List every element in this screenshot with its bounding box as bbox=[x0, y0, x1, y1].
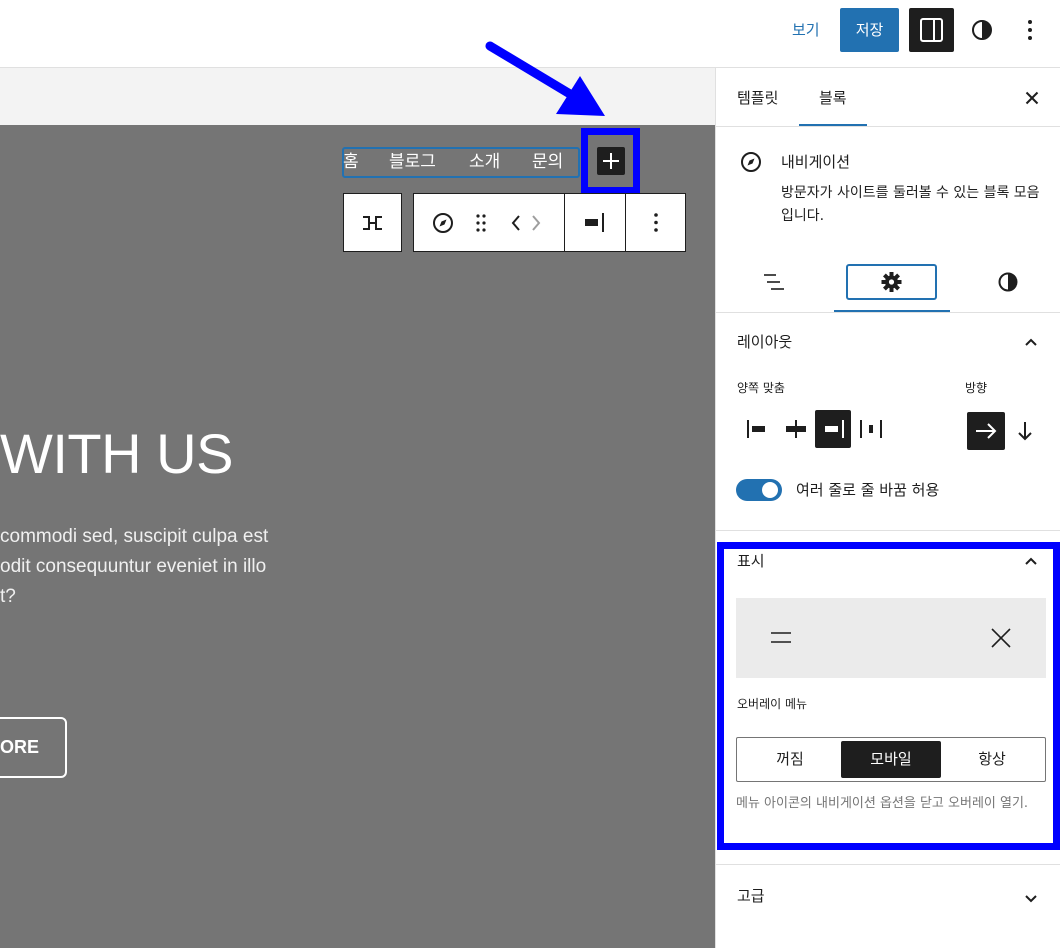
justification-label: 양쪽 맞춤 bbox=[737, 381, 785, 395]
justification-button[interactable] bbox=[565, 194, 625, 251]
justify-left-icon bbox=[747, 420, 765, 438]
advanced-panel-toggle[interactable] bbox=[1021, 888, 1041, 908]
overlay-menu-preview bbox=[736, 598, 1046, 678]
tab-template[interactable]: 템플릿 bbox=[737, 88, 778, 108]
divider bbox=[716, 126, 1060, 127]
move-left-button[interactable] bbox=[506, 194, 526, 251]
parent-block-icon bbox=[363, 216, 382, 230]
hero-paragraph-line[interactable]: odit consequuntur eveniet in illo bbox=[0, 552, 266, 582]
tab-block[interactable]: 블록 bbox=[819, 88, 847, 108]
move-right-button[interactable] bbox=[526, 194, 546, 251]
divider bbox=[716, 530, 1060, 531]
block-card-title: 내비게이션 bbox=[781, 153, 851, 171]
allow-wrap-label[interactable]: 여러 줄로 줄 바꿈 허용 bbox=[796, 480, 939, 500]
overlay-option-off[interactable]: 꺼짐 bbox=[740, 741, 840, 778]
orientation-horizontal-button[interactable] bbox=[967, 412, 1005, 450]
nav-item-blog[interactable]: 블로그 bbox=[389, 149, 436, 175]
display-panel-title[interactable]: 표시 bbox=[737, 551, 765, 571]
drag-handle[interactable] bbox=[466, 194, 496, 251]
toolbar-parent-group bbox=[343, 193, 402, 252]
tab-settings[interactable] bbox=[846, 264, 937, 300]
orientation-vertical-button[interactable] bbox=[1006, 412, 1044, 450]
divider bbox=[716, 864, 1060, 865]
allow-wrap-toggle[interactable] bbox=[736, 479, 782, 501]
tab-list-view[interactable] bbox=[728, 264, 819, 300]
save-button[interactable]: 저장 bbox=[840, 8, 899, 52]
toggle-knob bbox=[762, 482, 778, 498]
chevron-up-icon bbox=[1025, 557, 1037, 565]
add-block-button[interactable] bbox=[597, 147, 625, 175]
justify-right-icon bbox=[585, 213, 604, 232]
half-circle-contrast-icon bbox=[972, 20, 992, 40]
block-toolbar bbox=[413, 193, 686, 252]
hero-paragraph-line[interactable]: commodi sed, suscipit culpa est bbox=[0, 522, 268, 552]
overlay-option-mobile[interactable]: 모바일 bbox=[841, 741, 941, 778]
overlay-menu-label: 오버레이 메뉴 bbox=[737, 697, 808, 711]
chevron-left-icon bbox=[511, 215, 520, 231]
arrow-down-icon bbox=[1018, 422, 1032, 441]
menu-icon bbox=[771, 632, 791, 643]
view-button[interactable]: 보기 bbox=[786, 16, 826, 44]
nav-item-home[interactable]: 홈 bbox=[343, 149, 359, 175]
close-icon bbox=[991, 628, 1011, 648]
justify-center-button[interactable] bbox=[778, 410, 814, 448]
select-parent-button[interactable] bbox=[344, 194, 401, 251]
editor-canvas[interactable]: 홈 블로그 소개 문의 WITH US commodi sed, suscipi… bbox=[0, 125, 715, 948]
settings-sidebar: 템플릿 블록 내비게이션 방문자가 사이트를 둘러볼 수 있는 블록 모음입니다… bbox=[715, 68, 1060, 948]
half-circle-contrast-icon bbox=[998, 272, 1018, 292]
overlay-menu-control: 꺼짐 모바일 항상 bbox=[736, 737, 1046, 782]
overlay-help-text: 메뉴 아이콘의 내비게이션 옵션을 닫고 오버레이 열기. bbox=[736, 796, 1029, 811]
overlay-option-always[interactable]: 항상 bbox=[942, 741, 1042, 778]
nav-item-about[interactable]: 소개 bbox=[469, 149, 500, 175]
hero-cta-button[interactable]: ORE bbox=[0, 717, 67, 778]
plus-icon bbox=[603, 153, 619, 169]
options-menu-button[interactable] bbox=[1012, 10, 1048, 50]
compass-icon bbox=[741, 152, 761, 172]
annotation-arrow-icon bbox=[485, 41, 605, 116]
close-sidebar-button[interactable] bbox=[1018, 84, 1046, 112]
list-view-icon bbox=[764, 274, 784, 290]
advanced-panel-title[interactable]: 고급 bbox=[737, 886, 765, 906]
block-type-button[interactable] bbox=[424, 194, 462, 251]
justify-left-button[interactable] bbox=[741, 410, 777, 448]
compass-icon bbox=[433, 213, 453, 233]
drag-handle-icon bbox=[476, 214, 486, 232]
sidebar-icon bbox=[920, 18, 943, 42]
tab-styles[interactable] bbox=[962, 264, 1053, 300]
block-card-description: 방문자가 사이트를 둘러볼 수 있는 블록 모음입니다. bbox=[781, 185, 1040, 224]
layout-panel-title[interactable]: 레이아웃 bbox=[737, 332, 792, 352]
hero-heading[interactable]: WITH US bbox=[0, 419, 233, 489]
justify-space-between-icon bbox=[860, 420, 882, 438]
justify-right-button[interactable] bbox=[815, 410, 851, 448]
close-icon bbox=[1025, 91, 1039, 105]
settings-sidebar-toggle[interactable] bbox=[909, 8, 954, 52]
hero-paragraph-line[interactable]: t? bbox=[0, 582, 16, 612]
divider bbox=[716, 312, 1060, 313]
layout-panel-toggle[interactable] bbox=[1021, 332, 1041, 352]
justify-space-between-button[interactable] bbox=[853, 410, 889, 448]
more-vertical-icon bbox=[654, 213, 658, 232]
block-options-button[interactable] bbox=[626, 194, 686, 251]
arrow-right-icon bbox=[976, 423, 997, 439]
nav-item-contact[interactable]: 문의 bbox=[532, 149, 563, 175]
gear-icon bbox=[881, 272, 902, 292]
justify-center-icon bbox=[786, 420, 806, 438]
justify-right-icon bbox=[825, 420, 844, 438]
more-vertical-icon bbox=[1028, 20, 1032, 40]
orientation-label: 방향 bbox=[965, 381, 988, 395]
styles-toggle[interactable] bbox=[962, 10, 1002, 50]
display-panel-toggle[interactable] bbox=[1021, 551, 1041, 571]
chevron-down-icon bbox=[1025, 895, 1037, 903]
chevron-right-icon bbox=[532, 215, 541, 231]
chevron-up-icon bbox=[1025, 338, 1037, 346]
